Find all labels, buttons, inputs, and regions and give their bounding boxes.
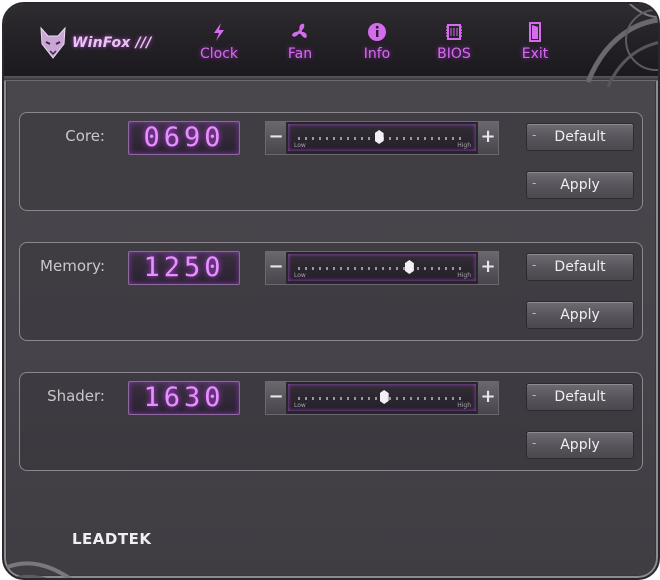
shader-increase-button[interactable]: + (477, 382, 498, 414)
button-dash-icon: - (532, 388, 537, 402)
core-slider-thumb[interactable] (374, 130, 384, 144)
core-decrease-button[interactable]: − (266, 122, 287, 154)
nav-clock[interactable]: Clock (184, 22, 254, 62)
chip-icon (446, 24, 462, 40)
memory-apply-button[interactable]: - Apply (526, 301, 634, 329)
shader-label: Shader: (47, 387, 105, 405)
shader-decrease-button[interactable]: − (266, 382, 287, 414)
core-increase-button[interactable]: + (477, 122, 498, 154)
memory-slider-low-label: Low (294, 272, 306, 279)
decorative-corner-swirl-icon (4, 561, 73, 578)
memory-slider-high-label: High (457, 272, 471, 279)
logo-text: WinFox /// (72, 35, 152, 51)
shader-slider-thumb[interactable] (379, 390, 389, 404)
core-slider-low-label: Low (294, 142, 306, 149)
button-dash-icon: - (532, 176, 537, 190)
decorative-swirl-icon (585, 4, 658, 88)
button-dash-icon: - (532, 436, 537, 450)
core-slider-high-label: High (457, 142, 471, 149)
shader-slider-track-area[interactable]: Low High (288, 384, 476, 411)
fox-logo-icon (40, 26, 66, 59)
memory-label: Memory: (40, 257, 105, 275)
core-apply-label: Apply (560, 177, 600, 193)
core-apply-button[interactable]: - Apply (526, 171, 634, 199)
shader-default-button[interactable]: - Default (526, 383, 634, 411)
core-slider-track-area[interactable]: Low High (288, 124, 476, 151)
topbar-divider (4, 76, 658, 80)
shader-value-display: 1630 (128, 381, 240, 415)
shader-apply-label: Apply (560, 437, 600, 453)
memory-slider-thumb[interactable] (404, 260, 414, 274)
shader-apply-button[interactable]: - Apply (526, 431, 634, 459)
memory-slider-track-area[interactable]: Low High (288, 254, 476, 281)
top-navigation-bar: WinFox /// Clock Fan Info BIOS Exit (4, 4, 658, 88)
shader-slider-high-label: High (457, 402, 471, 409)
nav-bios-label: BIOS (437, 46, 471, 62)
button-dash-icon: - (532, 306, 537, 320)
memory-slider: − Low High + (265, 251, 499, 285)
core-value-display: 0690 (128, 121, 240, 155)
memory-apply-label: Apply (560, 307, 600, 323)
memory-decrease-button[interactable]: − (266, 252, 287, 284)
core-clock-panel: Core: 0690 − Low High + - Default - Appl… (19, 112, 643, 211)
info-icon (368, 23, 386, 41)
winfox-logo: WinFox /// (38, 26, 152, 60)
fan-icon (292, 23, 307, 38)
core-label: Core: (65, 127, 105, 145)
shader-slider-low-label: Low (294, 402, 306, 409)
shader-slider: − Low High + (265, 381, 499, 415)
nav-fan-label: Fan (287, 46, 313, 62)
memory-default-button[interactable]: - Default (526, 253, 634, 281)
nav-exit[interactable]: Exit (500, 22, 570, 62)
core-default-button[interactable]: - Default (526, 123, 634, 151)
memory-clock-panel: Memory: 1250 − Low High + - Default - Ap… (19, 242, 643, 341)
door-icon (529, 22, 541, 42)
shader-clock-panel: Shader: 1630 − Low High + - Default - Ap… (19, 372, 643, 471)
nav-info[interactable]: Info (342, 22, 412, 62)
memory-default-label: Default (554, 259, 606, 275)
button-dash-icon: - (532, 258, 537, 272)
lightning-icon (214, 23, 224, 41)
nav-clock-label: Clock (199, 46, 239, 62)
memory-increase-button[interactable]: + (477, 252, 498, 284)
core-slider: − Low High + (265, 121, 499, 155)
core-default-label: Default (554, 129, 606, 145)
nav-fan[interactable]: Fan (265, 22, 335, 62)
nav-info-label: Info (363, 46, 391, 62)
memory-slider-track (298, 267, 466, 270)
nav-bios[interactable]: BIOS (419, 22, 489, 62)
memory-value-display: 1250 (128, 251, 240, 285)
button-dash-icon: - (532, 128, 537, 142)
shader-default-label: Default (554, 389, 606, 405)
nav-exit-label: Exit (521, 46, 549, 62)
winfox-window: WinFox /// Clock Fan Info BIOS Exit Core… (2, 2, 660, 580)
